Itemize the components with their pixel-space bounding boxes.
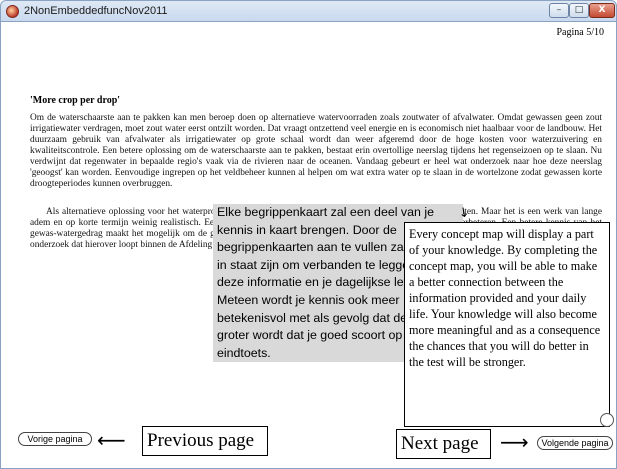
arrow-right-icon: ⟶ — [500, 430, 529, 454]
arrow-left-icon: ⟵ — [97, 428, 126, 452]
concept-map-tip-english: Every concept map will display a part of… — [404, 222, 610, 427]
previous-page-button[interactable]: Vorige pagina — [18, 432, 92, 446]
window-titlebar: 2NonEmbeddedfuncNov2011 – □ X — [0, 0, 617, 22]
window-title: 2NonEmbeddedfuncNov2011 — [24, 5, 168, 17]
article-paragraph-1: Om de waterschaarste aan te pakken kan m… — [30, 113, 602, 189]
maximize-button[interactable]: □ — [569, 3, 589, 18]
next-page-button[interactable]: Volgende pagina — [537, 436, 613, 450]
minimize-button[interactable]: – — [549, 3, 569, 18]
article-heading: 'More crop per drop' — [30, 95, 121, 106]
close-button[interactable]: X — [589, 3, 615, 18]
next-page-annotation: Next page — [396, 429, 491, 459]
previous-page-annotation: Previous page — [142, 426, 268, 456]
circle-marker — [600, 413, 614, 427]
page-number: Pagina 5/10 — [556, 27, 605, 38]
app-icon — [6, 5, 19, 18]
